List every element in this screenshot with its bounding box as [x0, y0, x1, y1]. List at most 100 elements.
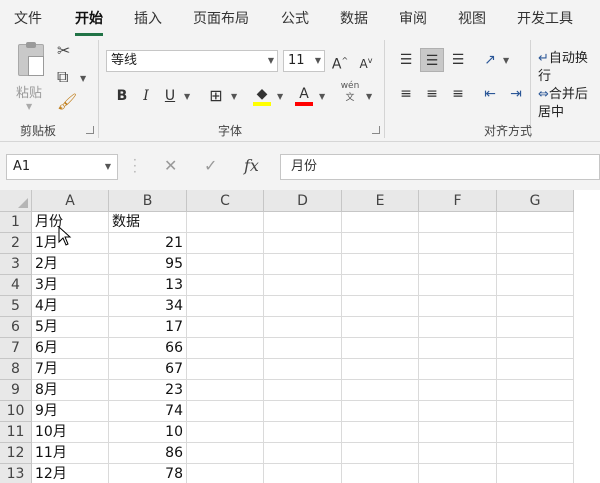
chevron-down-icon[interactable]: ▼ [231, 92, 237, 101]
cell-e5[interactable] [342, 296, 419, 317]
tab-review[interactable]: 审阅 [399, 8, 427, 32]
tab-data[interactable]: 数据 [340, 8, 368, 32]
chevron-down-icon[interactable]: ▼ [366, 92, 372, 101]
cell-d11[interactable] [264, 422, 342, 443]
cell-b1[interactable]: 数据 [109, 212, 187, 233]
row-header[interactable]: 1 [0, 212, 32, 233]
cell-c1[interactable] [187, 212, 264, 233]
row-header[interactable]: 13 [0, 464, 32, 483]
shrink-font-button[interactable]: Av [354, 49, 378, 73]
cell-a7[interactable]: 6月 [32, 338, 109, 359]
align-left-icon[interactable]: ≡ [394, 82, 418, 106]
cell-c9[interactable] [187, 380, 264, 401]
cell-c4[interactable] [187, 275, 264, 296]
cell-b4[interactable]: 13 [109, 275, 187, 296]
tab-developer[interactable]: 开发工具 [517, 8, 573, 32]
cell-f4[interactable] [419, 275, 497, 296]
cell-b5[interactable]: 34 [109, 296, 187, 317]
cut-icon[interactable]: ✂ [57, 42, 70, 60]
cell-a8[interactable]: 7月 [32, 359, 109, 380]
cell-g13[interactable] [497, 464, 574, 483]
decrease-indent-icon[interactable]: ⇤ [478, 82, 502, 106]
cell-d8[interactable] [264, 359, 342, 380]
cell-f6[interactable] [419, 317, 497, 338]
paste-button[interactable]: 粘贴 ▼ [12, 42, 48, 114]
tab-page-layout[interactable]: 页面布局 [193, 8, 249, 32]
cell-e2[interactable] [342, 233, 419, 254]
cell-f11[interactable] [419, 422, 497, 443]
name-box[interactable]: A1 ▼ [6, 154, 118, 180]
align-center-icon[interactable]: ≡ [420, 82, 444, 106]
splitter-handle[interactable]: · · · [133, 154, 137, 178]
font-size-select[interactable]: 11 ▼ [283, 50, 325, 72]
row-header[interactable]: 6 [0, 317, 32, 338]
grow-font-button[interactable]: A^ [328, 49, 352, 73]
cell-a13[interactable]: 12月 [32, 464, 109, 483]
increase-indent-icon[interactable]: ⇥ [504, 82, 528, 106]
row-header[interactable]: 2 [0, 233, 32, 254]
cell-d10[interactable] [264, 401, 342, 422]
chevron-down-icon[interactable]: ▼ [80, 74, 86, 83]
cell-d2[interactable] [264, 233, 342, 254]
tab-home[interactable]: 开始 [75, 8, 103, 36]
tab-view[interactable]: 视图 [458, 8, 486, 32]
cell-e7[interactable] [342, 338, 419, 359]
insert-function-icon[interactable]: fx [244, 156, 259, 175]
cell-c13[interactable] [187, 464, 264, 483]
tab-insert[interactable]: 插入 [134, 8, 162, 32]
column-header-f[interactable]: F [419, 190, 497, 212]
font-launcher-icon[interactable] [372, 126, 380, 134]
cell-a6[interactable]: 5月 [32, 317, 109, 338]
cell-g4[interactable] [497, 275, 574, 296]
cell-a12[interactable]: 11月 [32, 443, 109, 464]
cell-f10[interactable] [419, 401, 497, 422]
align-right-icon[interactable]: ≡ [446, 82, 470, 106]
cell-g7[interactable] [497, 338, 574, 359]
cell-e1[interactable] [342, 212, 419, 233]
cell-b10[interactable]: 74 [109, 401, 187, 422]
cell-b3[interactable]: 95 [109, 254, 187, 275]
cell-b9[interactable]: 23 [109, 380, 187, 401]
wrap-text-button[interactable]: ↵自动换行 [538, 50, 600, 86]
cell-a9[interactable]: 8月 [32, 380, 109, 401]
cell-f12[interactable] [419, 443, 497, 464]
cell-a10[interactable]: 9月 [32, 401, 109, 422]
row-header[interactable]: 12 [0, 443, 32, 464]
cell-d6[interactable] [264, 317, 342, 338]
cell-c5[interactable] [187, 296, 264, 317]
cell-g12[interactable] [497, 443, 574, 464]
row-header[interactable]: 4 [0, 275, 32, 296]
cell-d13[interactable] [264, 464, 342, 483]
tab-formulas[interactable]: 公式 [281, 8, 309, 32]
cell-e9[interactable] [342, 380, 419, 401]
cell-a4[interactable]: 3月 [32, 275, 109, 296]
align-bottom-icon[interactable]: ☰ [446, 48, 470, 72]
clipboard-launcher-icon[interactable] [86, 126, 94, 134]
cell-a5[interactable]: 4月 [32, 296, 109, 317]
cell-g10[interactable] [497, 401, 574, 422]
cell-g5[interactable] [497, 296, 574, 317]
cell-c12[interactable] [187, 443, 264, 464]
row-header[interactable]: 7 [0, 338, 32, 359]
tab-file[interactable]: 文件 [14, 8, 42, 32]
cell-e12[interactable] [342, 443, 419, 464]
cell-b11[interactable]: 10 [109, 422, 187, 443]
select-all-button[interactable] [0, 190, 32, 212]
cell-f9[interactable] [419, 380, 497, 401]
cell-g8[interactable] [497, 359, 574, 380]
cell-e13[interactable] [342, 464, 419, 483]
column-header-d[interactable]: D [264, 190, 342, 212]
cell-f3[interactable] [419, 254, 497, 275]
cell-f2[interactable] [419, 233, 497, 254]
cell-e10[interactable] [342, 401, 419, 422]
cell-g11[interactable] [497, 422, 574, 443]
cell-b2[interactable]: 21 [109, 233, 187, 254]
font-name-select[interactable]: 等线 ▼ [106, 50, 278, 72]
cell-g1[interactable] [497, 212, 574, 233]
cell-c6[interactable] [187, 317, 264, 338]
underline-button[interactable]: U [158, 84, 182, 108]
align-middle-icon[interactable]: ☰ [420, 48, 444, 72]
format-painter-icon[interactable]: 🖌 [57, 93, 77, 111]
row-header[interactable]: 3 [0, 254, 32, 275]
enter-icon[interactable]: ✓ [204, 156, 217, 175]
